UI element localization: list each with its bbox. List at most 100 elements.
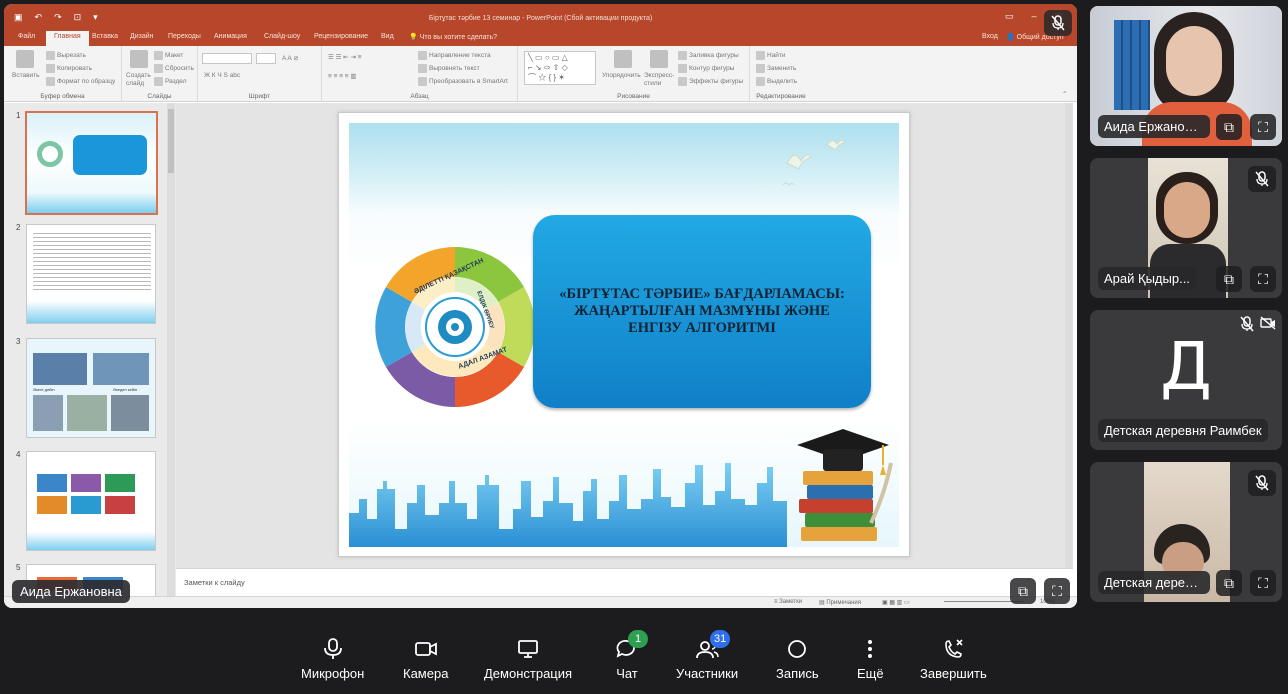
screen-share-button[interactable]: Демонстрация [484,638,572,681]
text-direction-icon [418,51,427,60]
tab-animations[interactable]: Анимация [214,33,247,40]
shared-screen: ▣ ↶ ↷ ⊡ ▾ Біртұтас тәрбие 13 семинар - P… [4,4,1077,608]
tab-review[interactable]: Рецензирование [314,33,368,40]
tab-design[interactable]: Дизайн [130,33,154,40]
share-fullscreen-button[interactable]: ⛶ [1044,578,1070,604]
microphone-button[interactable]: Микрофон [301,638,364,681]
tab-home[interactable]: Главная [46,31,89,46]
presenter-name-label: Аида Ержановна [12,580,130,603]
thumb1-wheel [37,141,63,167]
popout-icon: ⧉ [1224,118,1234,135]
notes-placeholder: Заметки к слайду [184,578,245,587]
participant-4-popout-button[interactable]: ⧉ [1216,570,1242,596]
copy-button[interactable]: Копировать [46,64,92,73]
shape-fill-button[interactable]: Заливка фигуры [678,51,739,60]
participant-tile-1[interactable]: Аида Ержановна ⧉ ⛶ [1090,6,1282,146]
scissors-icon [46,51,55,60]
participant-4-fullscreen-button[interactable]: ⛶ [1250,570,1276,596]
view-buttons[interactable]: ▣ ▦ ▥ ▭ [882,599,910,606]
end-call-label: Завершить [920,666,987,681]
tab-slideshow[interactable]: Слайд-шоу [264,33,300,40]
sign-in-link[interactable]: Вход [982,33,998,40]
find-icon [756,51,765,60]
align-buttons[interactable]: ≡ ≡ ≡ ≡ ▥ [328,72,357,80]
cut-button[interactable]: Вырезать [46,51,86,60]
thumbnails-scroll-thumb[interactable] [168,109,174,173]
shapes-gallery[interactable]: ╲ ▭ ○ ▭ △ ⌐ ↘ ⇨ ⇧ ◇ ⌒ ☆ { } ✶ [524,51,596,85]
participant-2-popout-button[interactable]: ⧉ [1216,266,1242,292]
share-popout-button[interactable]: ⧉ [1010,578,1036,604]
fullscreen-icon: ⛶ [1258,574,1268,591]
shape-fill-label: Заливка фигуры [689,52,739,60]
participant-1-shelf [1114,20,1150,110]
brush-icon [46,77,55,86]
participant-tile-2[interactable]: Арай Қыдыр... ⧉ ⛶ [1090,158,1282,298]
font-size-box[interactable] [256,53,276,64]
font-style-buttons[interactable]: Ж К Ч S abc [204,72,240,79]
participant-1-popout-button[interactable]: ⧉ [1216,114,1242,140]
reset-button[interactable]: Сбросить [154,64,194,73]
participant-2-fullscreen-button[interactable]: ⛶ [1250,266,1276,292]
tab-insert[interactable]: Вставка [92,33,118,40]
collapse-ribbon-icon[interactable]: ⌃ [1062,90,1067,98]
comments-toggle[interactable]: ▤ Примечания [819,599,861,606]
participant-tile-4[interactable]: Детская деревня ⧉ ⛶ [1090,462,1282,602]
slide-thumbnail-3[interactable]: Әкеге дейін Әкеден кейін [26,338,156,438]
replace-icon [756,64,765,73]
arrange-icon[interactable] [614,50,632,68]
record-button[interactable]: Запись [776,638,819,681]
participant-2-mic-muted [1248,166,1276,192]
current-slide[interactable]: ӘДІЛЕТТІ ҚАЗАҚСТАН АДАЛ АЗАМАТ ЕЛДІК ӨРЛ… [338,112,910,557]
slide-number-2: 2 [16,223,21,232]
layout-button[interactable]: Макет [154,51,183,60]
shape-effects-button[interactable]: Эффекты фигуры [678,77,743,86]
canvas-scrollbar[interactable] [1065,103,1073,568]
new-slide-button[interactable]: Создать слайд [126,72,152,88]
align-text-button[interactable]: Выровнять текст [418,64,480,73]
slide-title-box[interactable]: «БІРТҰТАС ТӘРБИЕ» БАҒДАРЛАМАСЫ: ЖАҢАРТЫЛ… [533,215,871,408]
end-call-button[interactable]: Завершить [920,638,987,681]
minimize-icon[interactable]: – [1031,11,1036,22]
tab-file[interactable]: Файл [18,33,35,40]
slide-thumbnail-2[interactable] [26,224,156,324]
section-button[interactable]: Раздел [154,77,186,86]
chat-button[interactable]: 1 Чат [614,630,648,681]
font-name-box[interactable] [202,53,252,64]
select-icon [756,77,765,86]
text-direction-button[interactable]: Направление текста [418,51,491,60]
participants-button[interactable]: 31 Участники [676,630,738,681]
select-button[interactable]: Выделить [756,77,797,86]
participant-tile-3[interactable]: Д Детская деревня Раимбек [1090,310,1282,450]
paste-button[interactable]: Вставить [12,72,40,79]
slide-canvas: ӘДІЛЕТТІ ҚАЗАҚСТАН АДАЛ АЗАМАТ ЕЛДІК ӨРЛ… [176,103,1073,568]
screen-share-label: Демонстрация [484,666,573,681]
ppt-titlebar: ▣ ↶ ↷ ⊡ ▾ Біртұтас тәрбие 13 семинар - P… [4,4,1077,30]
quick-styles-button[interactable]: Экспресс-стили [644,72,674,88]
quick-styles-icon[interactable] [650,50,668,68]
font-grow-icons[interactable]: A A ⊘ [282,54,299,62]
thumbnails-scrollbar[interactable] [167,103,175,599]
notes-toggle[interactable]: ≡ Заметки [774,599,802,605]
participant-4-mic-muted [1248,470,1276,496]
arrange-button[interactable]: Упорядочить [602,72,641,79]
replace-button[interactable]: Заменить [756,64,796,73]
camera-button[interactable]: Камера [403,638,448,681]
tell-me-search[interactable]: 💡 Что вы хотите сделать? [409,33,497,41]
slide-thumbnail-4[interactable] [26,451,156,551]
ribbon-options-icon[interactable]: ▭ [1005,11,1014,22]
participant-1-fullscreen-button[interactable]: ⛶ [1250,114,1276,140]
slide-notes[interactable]: Заметки к слайду [176,568,1073,595]
format-painter-button[interactable]: Формат по образцу [46,77,115,86]
align-text-icon [418,64,427,73]
smartart-button[interactable]: Преобразовать в SmartArt [418,77,508,86]
tab-view[interactable]: Вид [381,33,394,40]
more-button[interactable]: Ещё [857,638,884,681]
new-slide-icon[interactable] [130,50,148,68]
list-buttons[interactable]: ☰ ☰ ⇤ ⇥ ≡ [328,53,362,61]
presenter-mic-muted-button[interactable] [1044,10,1072,36]
find-button[interactable]: Найти [756,51,786,60]
slide-thumbnail-1[interactable] [25,111,158,215]
paste-icon[interactable] [16,50,34,68]
tab-transitions[interactable]: Переходы [168,33,201,40]
shape-outline-button[interactable]: Контур фигуры [678,64,734,73]
